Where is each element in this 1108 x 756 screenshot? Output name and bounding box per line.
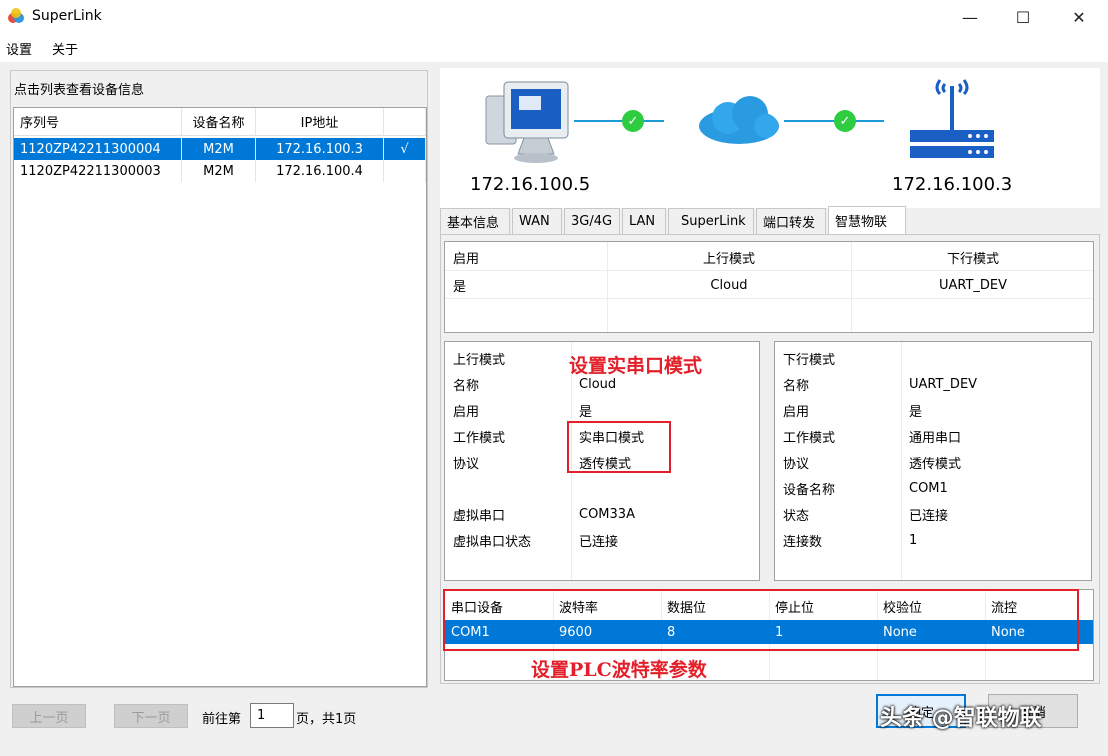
column-check[interactable] — [384, 108, 426, 135]
downlink-row-value: 是 — [909, 404, 923, 420]
goto-page-label: 前往第 — [202, 712, 242, 727]
tab-superlink[interactable]: SuperLink — [668, 208, 754, 234]
watermark: 头条 @智联物联 — [880, 706, 1042, 731]
mode-header-downlink: 下行模式 — [946, 251, 999, 267]
uplink-row-value: COM33A — [579, 506, 635, 522]
window-title: SuperLink — [32, 8, 102, 24]
menu-about[interactable]: 关于 — [52, 39, 78, 58]
mode-header-uplink: 上行模式 — [702, 251, 755, 267]
close-button[interactable]: ✕ — [1056, 0, 1102, 34]
router-icon — [910, 79, 994, 158]
mode-value-enabled: 是 — [453, 279, 467, 295]
menu-settings[interactable]: 设置 — [6, 39, 32, 58]
downlink-row-label: 下行模式 — [783, 352, 836, 368]
device-list-title: 点击列表查看设备信息 — [14, 83, 145, 98]
downlink-row-label: 连接数 — [783, 534, 823, 550]
device-serial: 1120ZP42211300003 — [14, 160, 182, 182]
link-line-left — [574, 120, 664, 122]
mode-table[interactable]: 启用 上行模式 下行模式 是 Cloud UART_DEV — [444, 241, 1094, 333]
tab-strip: 基本信息 WAN 3G/4G LAN SuperLink 端口转发 智慧物联 — [440, 206, 1100, 234]
tab-lan[interactable]: LAN — [622, 208, 666, 234]
column-ip[interactable]: IP地址 — [256, 108, 384, 135]
mode-value-downlink: UART_DEV — [938, 277, 1008, 293]
device-name: M2M — [182, 138, 256, 160]
mode-header-enabled: 启用 — [453, 251, 480, 267]
annotation-set-mode: 设置实串口模式 — [569, 355, 703, 377]
mode-value-uplink: Cloud — [710, 277, 748, 293]
downlink-row-value: COM1 — [909, 480, 948, 496]
device-ip: 172.16.100.4 — [256, 160, 384, 182]
downlink-row-label: 设备名称 — [783, 482, 836, 498]
uplink-row-label: 上行模式 — [453, 352, 506, 368]
page-count-label: 页，共1页 — [296, 712, 357, 727]
menu-bar: 设置 关于 — [0, 34, 1108, 62]
device-check — [384, 160, 426, 182]
superlink-logo-icon — [8, 8, 24, 23]
tab-3g4g[interactable]: 3G/4G — [564, 208, 620, 234]
device-row[interactable]: 1120ZP42211300003 M2M 172.16.100.4 — [14, 160, 426, 182]
local-ip-label: 172.16.100.5 — [470, 174, 591, 195]
uplink-row-label: 虚拟串口 — [453, 508, 506, 524]
column-serial[interactable]: 序列号 — [14, 108, 182, 135]
downlink-row-value: UART_DEV — [909, 376, 978, 392]
downlink-row-value: 透传模式 — [909, 456, 962, 472]
maximize-button[interactable]: ☐ — [1000, 0, 1046, 34]
downlink-row-label: 启用 — [783, 404, 810, 420]
tab-basic-info[interactable]: 基本信息 — [440, 208, 510, 234]
uplink-row-label: 协议 — [453, 456, 480, 472]
next-page-button[interactable]: 下一页 — [114, 704, 188, 728]
prev-page-button[interactable]: 上一页 — [12, 704, 86, 728]
cloud-icon — [699, 96, 779, 144]
downlink-row-label: 名称 — [783, 378, 810, 394]
downlink-row-label: 状态 — [783, 508, 810, 524]
uplink-row-label: 启用 — [453, 404, 480, 420]
annotation-set-baud: 设置PLC波特率参数 — [531, 659, 707, 681]
tab-content: 启用 上行模式 下行模式 是 Cloud UART_DEV 上行模式 名称 Cl… — [440, 234, 1100, 684]
title-bar: SuperLink — ☐ ✕ — [0, 0, 1108, 34]
device-ip: 172.16.100.3 — [256, 138, 384, 160]
uplink-row-value: 已连接 — [579, 534, 619, 550]
uplink-row-label: 工作模式 — [453, 430, 506, 446]
uplink-row-label: 虚拟串口状态 — [453, 534, 532, 550]
annotation-frame-serial — [443, 589, 1079, 651]
device-row[interactable]: 1120ZP42211300004 M2M 172.16.100.3 √ — [14, 138, 426, 160]
minimize-button[interactable]: — — [947, 0, 993, 34]
tab-wan[interactable]: WAN — [512, 208, 562, 234]
downlink-row-label: 工作模式 — [783, 430, 836, 446]
network-topology: ✓ ✓ 172.16.100.5 172.16.100.3 — [440, 68, 1100, 208]
column-device-name[interactable]: 设备名称 — [182, 108, 256, 135]
annotation-frame-mode — [567, 421, 671, 473]
device-list[interactable]: 序列号 设备名称 IP地址 1120ZP42211300004 M2M 172.… — [13, 107, 427, 687]
computer-icon — [485, 81, 569, 163]
connected-check-icon: ✓ — [834, 110, 856, 132]
tab-smart-iot[interactable]: 智慧物联 — [828, 206, 906, 234]
downlink-property-grid[interactable]: 下行模式 名称 UART_DEV 启用 是 工作模式 通用串口 协议 透传模式 … — [774, 341, 1092, 581]
tab-port-forward[interactable]: 端口转发 — [756, 208, 826, 234]
connected-check-icon: ✓ — [622, 110, 644, 132]
downlink-row-label: 协议 — [783, 456, 810, 472]
uplink-row-label: 名称 — [453, 378, 480, 394]
device-list-header: 序列号 设备名称 IP地址 — [14, 108, 426, 136]
downlink-row-value: 已连接 — [909, 508, 949, 524]
device-name: M2M — [182, 160, 256, 182]
uplink-row-value: 是 — [579, 404, 593, 420]
device-list-group: 点击列表查看设备信息 序列号 设备名称 IP地址 1120ZP422113000… — [10, 70, 428, 688]
device-check: √ — [384, 138, 426, 160]
page-number-input[interactable] — [250, 703, 294, 728]
downlink-row-value: 通用串口 — [909, 430, 962, 446]
downlink-row-value: 1 — [909, 532, 918, 548]
device-serial: 1120ZP42211300004 — [14, 138, 182, 160]
remote-ip-label: 172.16.100.3 — [892, 174, 1013, 195]
